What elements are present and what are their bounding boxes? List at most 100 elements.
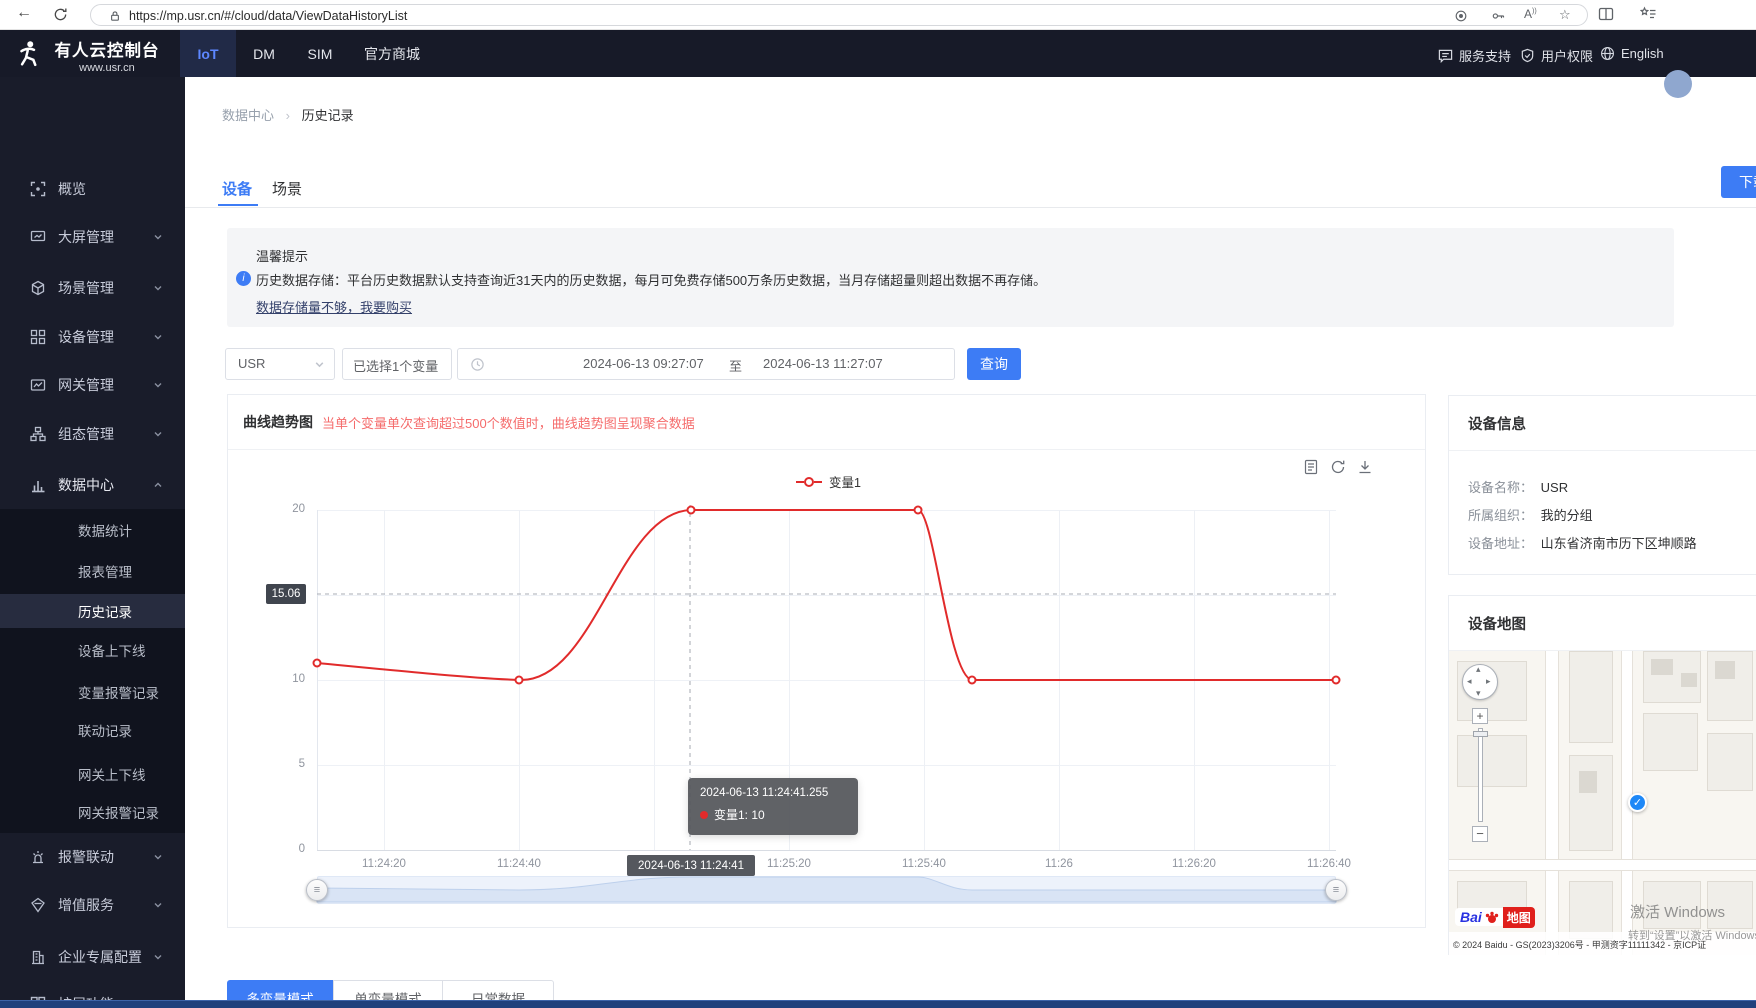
search-button[interactable]: 查询 bbox=[967, 348, 1021, 380]
sidebar: 概览 大屏管理 场景管理 设备管理 网关管理 组态管理 数据中心 数据统计 报表… bbox=[0, 77, 185, 1008]
sidebar-item-scenes[interactable]: 场景管理 bbox=[0, 271, 185, 305]
x-axis-line bbox=[317, 850, 1336, 851]
padlock-icon bbox=[109, 10, 121, 22]
sidebar-item-overview[interactable]: 概览 bbox=[0, 172, 185, 206]
chevron-up-icon bbox=[153, 480, 163, 490]
map-building bbox=[1715, 661, 1735, 679]
device-location-marker[interactable]: ✓ bbox=[1628, 793, 1647, 812]
x-tick-label: 11:26:20 bbox=[1172, 858, 1216, 870]
x-tick-label: 11:25:40 bbox=[902, 858, 946, 870]
pan-up-icon[interactable]: ▴ bbox=[1476, 664, 1481, 675]
chevron-down-icon bbox=[153, 283, 163, 293]
submenu-history-records[interactable]: 历史记录 bbox=[0, 594, 185, 628]
read-aloud-icon[interactable]: A)) bbox=[1524, 7, 1537, 21]
tab-device[interactable]: 设备 bbox=[222, 178, 252, 199]
chart-title: 曲线趋势图 bbox=[243, 414, 313, 430]
sidebar-item-gateways[interactable]: 网关管理 bbox=[0, 368, 185, 402]
chevron-down-icon bbox=[153, 332, 163, 342]
device-name-row: 设备名称： USR bbox=[1468, 480, 1569, 495]
permissions-menu[interactable]: 用户权限 bbox=[1520, 46, 1593, 65]
breadcrumb-separator: › bbox=[285, 108, 290, 123]
legend-item-var1[interactable]: 变量1 bbox=[795, 472, 861, 491]
browser-back-icon[interactable]: ← bbox=[16, 4, 32, 22]
map-pan-control[interactable]: ▴ ▾ ◂ ▸ bbox=[1462, 664, 1498, 700]
breadcrumb-parent[interactable]: 数据中心 bbox=[222, 108, 274, 123]
datazoom-right-handle[interactable]: ≡ bbox=[1325, 879, 1347, 901]
sidebar-item-screens[interactable]: 大屏管理 bbox=[0, 220, 185, 254]
sidebar-item-devices[interactable]: 设备管理 bbox=[0, 320, 185, 354]
pan-down-icon[interactable]: ▾ bbox=[1476, 688, 1481, 699]
chevron-down-icon bbox=[153, 380, 163, 390]
variable-select[interactable]: 已选择1个变量 bbox=[342, 348, 452, 380]
submenu-report-management[interactable]: 报表管理 bbox=[0, 554, 185, 588]
split-screen-icon[interactable] bbox=[1598, 6, 1614, 22]
chat-icon bbox=[1438, 48, 1453, 63]
submenu-device-online-offline[interactable]: 设备上下线 bbox=[0, 633, 185, 667]
map-block bbox=[1569, 651, 1613, 743]
map-road bbox=[1545, 651, 1559, 955]
restore-refresh-icon[interactable] bbox=[1330, 459, 1346, 475]
axis-pointer-label: 2024-06-13 11:24:41 bbox=[627, 855, 755, 876]
favorites-bar-icon[interactable] bbox=[1640, 6, 1657, 22]
sidebar-item-value-added[interactable]: 增值服务 bbox=[0, 888, 185, 922]
date-end-value[interactable]: 2024-06-13 11:27:07 bbox=[763, 356, 883, 371]
support-menu[interactable]: 服务支持 bbox=[1438, 46, 1511, 65]
submenu-data-statistics[interactable]: 数据统计 bbox=[0, 513, 185, 547]
language-menu[interactable]: English bbox=[1600, 46, 1664, 61]
nav-tab-mall[interactable]: 官方商城 bbox=[354, 30, 430, 77]
sidebar-item-data-center[interactable]: 数据中心 bbox=[0, 468, 185, 502]
sidebar-item-alarm-linkage[interactable]: 报警联动 bbox=[0, 840, 185, 874]
banner-purchase-link[interactable]: 数据存储量不够，我要购买 bbox=[256, 297, 412, 316]
download-chart-icon[interactable] bbox=[1357, 459, 1373, 475]
submenu-linkage-records[interactable]: 联动记录 bbox=[0, 713, 185, 747]
nav-tab-dm[interactable]: DM bbox=[244, 30, 284, 77]
url-bar[interactable]: https://mp.usr.cn/#/cloud/data/ViewDataH… bbox=[90, 4, 1588, 26]
browser-refresh-icon[interactable] bbox=[53, 7, 68, 22]
datazoom-left-handle[interactable]: ≡ bbox=[306, 879, 328, 901]
tab-active-underline bbox=[218, 204, 258, 206]
sidebar-item-enterprise-config[interactable]: 企业专属配置 bbox=[0, 940, 185, 974]
brand-subtitle: www.usr.cn bbox=[79, 62, 135, 74]
map-zoom-slider-handle[interactable] bbox=[1473, 731, 1488, 737]
datazoom-slider-track[interactable] bbox=[317, 876, 1336, 904]
pan-left-icon[interactable]: ◂ bbox=[1467, 676, 1472, 687]
map-zoom-slider[interactable] bbox=[1478, 728, 1483, 822]
data-view-icon[interactable] bbox=[1303, 459, 1319, 475]
user-avatar[interactable] bbox=[1664, 70, 1692, 98]
screen-icon bbox=[30, 229, 46, 245]
submenu-gateway-alarm-records[interactable]: 网关报警记录 bbox=[0, 795, 185, 829]
map-zoom-out-button[interactable]: − bbox=[1472, 826, 1488, 842]
map-block bbox=[1569, 881, 1613, 939]
sidebar-item-hmi[interactable]: 组态管理 bbox=[0, 417, 185, 451]
shield-icon bbox=[1520, 48, 1535, 63]
building-icon bbox=[30, 949, 46, 965]
location-icon[interactable] bbox=[1454, 9, 1468, 23]
pan-right-icon[interactable]: ▸ bbox=[1486, 676, 1491, 687]
date-start-value[interactable]: 2024-06-13 09:27:07 bbox=[583, 356, 704, 371]
gridline bbox=[654, 510, 655, 850]
nav-tab-sim[interactable]: SIM bbox=[296, 30, 344, 77]
gridline bbox=[924, 510, 925, 850]
map-zoom-in-button[interactable]: + bbox=[1472, 708, 1488, 724]
legend-label: 变量1 bbox=[829, 476, 861, 490]
tab-scene[interactable]: 场景 bbox=[272, 178, 302, 199]
baidu-logo: Bai 地图 bbox=[1455, 906, 1535, 928]
device-info-title: 设备信息 bbox=[1468, 417, 1526, 433]
submenu-variable-alarm-records[interactable]: 变量报警记录 bbox=[0, 675, 185, 709]
chart-warning: 当单个变量单次查询超过500个数值时，曲线趋势图呈现聚合数据 bbox=[322, 416, 695, 431]
device-select[interactable]: USR bbox=[225, 348, 335, 380]
nav-tab-iot[interactable]: IoT bbox=[180, 30, 236, 77]
password-key-icon[interactable] bbox=[1491, 9, 1505, 23]
device-name-value: USR bbox=[1540, 480, 1569, 495]
x-tick-label: 11:26 bbox=[1045, 858, 1073, 870]
submenu-gateway-online-offline[interactable]: 网关上下线 bbox=[0, 757, 185, 791]
chevron-down-icon bbox=[314, 359, 325, 370]
device-org-row: 所属组织： 我的分组 bbox=[1468, 508, 1593, 523]
date-range-picker[interactable]: 2024-06-13 09:27:07 至 2024-06-13 11:27:0… bbox=[457, 348, 955, 380]
download-button[interactable]: 下载 bbox=[1721, 166, 1756, 198]
favorite-star-icon[interactable]: ☆ bbox=[1559, 7, 1571, 23]
legend-marker-icon bbox=[795, 476, 823, 488]
baidu-map[interactable]: ▴ ▾ ◂ ▸ + − ✓ 激活 Windows 转到“设置”以激活 Windo… bbox=[1449, 651, 1756, 955]
chevron-down-icon bbox=[153, 952, 163, 962]
device-info-panel: 设备信息 设备名称： USR 所属组织： 我的分组 设备地址： 山东省济南市历下… bbox=[1448, 395, 1756, 575]
